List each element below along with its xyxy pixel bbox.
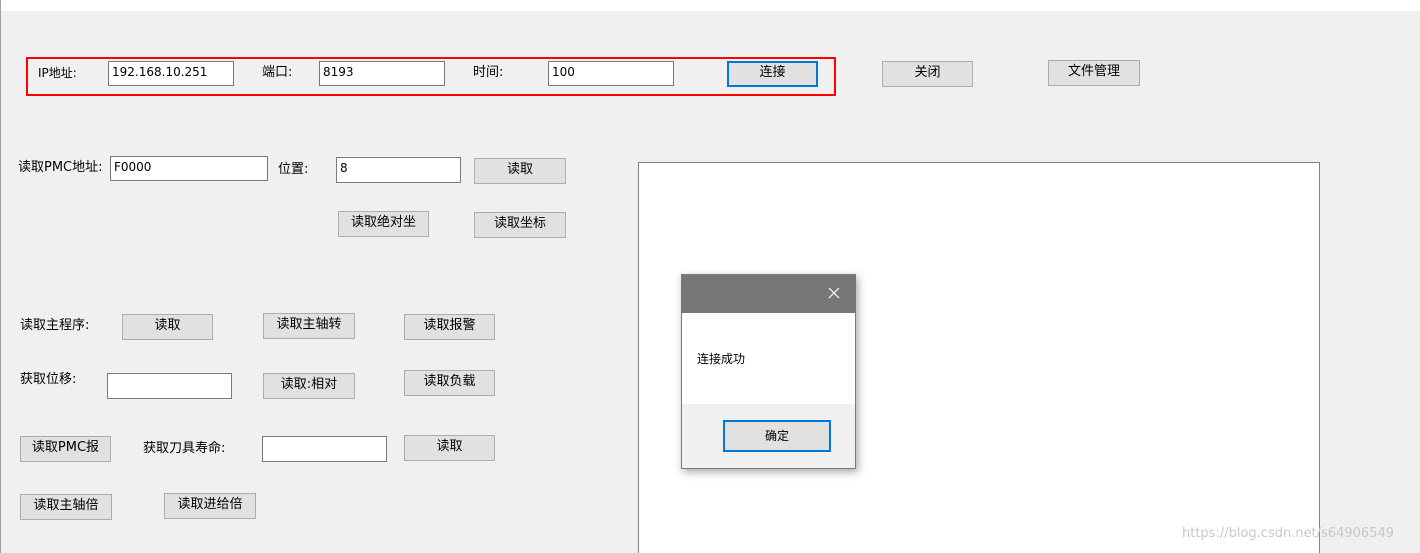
main-program-label: 读取主程序: (20, 318, 90, 333)
watermark: https://blog.csdn.net/s64906549 (1182, 526, 1394, 541)
read-load-button[interactable]: 读取负载 (404, 370, 495, 396)
feed-override-button[interactable]: 读取进给倍 (164, 493, 256, 519)
close-button[interactable]: 关闭 (882, 61, 973, 87)
pmc-address-input[interactable]: F0000 (110, 156, 268, 181)
ip-input[interactable]: 192.168.10.251 (108, 61, 234, 86)
top-strip (0, 0, 1420, 11)
tool-life-input[interactable] (262, 436, 387, 462)
read-spindle-speed-button[interactable]: 读取主轴转 (263, 313, 355, 339)
dialog-titlebar (682, 275, 855, 313)
dialog-message: 连接成功 (697, 352, 746, 366)
file-manage-button[interactable]: 文件管理 (1048, 60, 1140, 86)
port-label: 端口: (262, 65, 293, 80)
port-input[interactable]: 8193 (319, 61, 445, 86)
displacement-label: 获取位移: (20, 372, 77, 387)
connect-button[interactable]: 连接 (727, 61, 818, 87)
position-label: 位置: (278, 162, 309, 177)
pmc-read-button[interactable]: 读取 (474, 158, 566, 184)
read-alarm-button[interactable]: 读取报警 (404, 314, 495, 340)
dialog-ok-button[interactable]: 确定 (723, 420, 831, 452)
read-absolute-button[interactable]: 读取绝对坐 (338, 211, 429, 237)
window-left-edge (0, 0, 1, 553)
main-program-read-button[interactable]: 读取 (122, 314, 213, 340)
read-relative-button[interactable]: 读取:相对 (263, 373, 355, 399)
spindle-override-button[interactable]: 读取主轴倍 (20, 494, 112, 520)
pmc-address-label: 读取PMC地址: (18, 160, 103, 175)
position-input[interactable]: 8 (336, 157, 461, 183)
message-dialog: 连接成功 确定 (681, 274, 856, 469)
ip-label: IP地址: (38, 66, 77, 80)
tool-life-read-button[interactable]: 读取 (404, 435, 495, 461)
tool-life-label: 获取刀具寿命: (143, 441, 226, 456)
time-input[interactable]: 100 (548, 61, 674, 86)
displacement-input[interactable] (107, 373, 232, 399)
read-coords-button[interactable]: 读取坐标 (474, 212, 566, 238)
read-pmc-alarm-button[interactable]: 读取PMC报 (20, 436, 111, 462)
close-icon[interactable] (825, 284, 843, 302)
time-label: 时间: (473, 65, 504, 80)
